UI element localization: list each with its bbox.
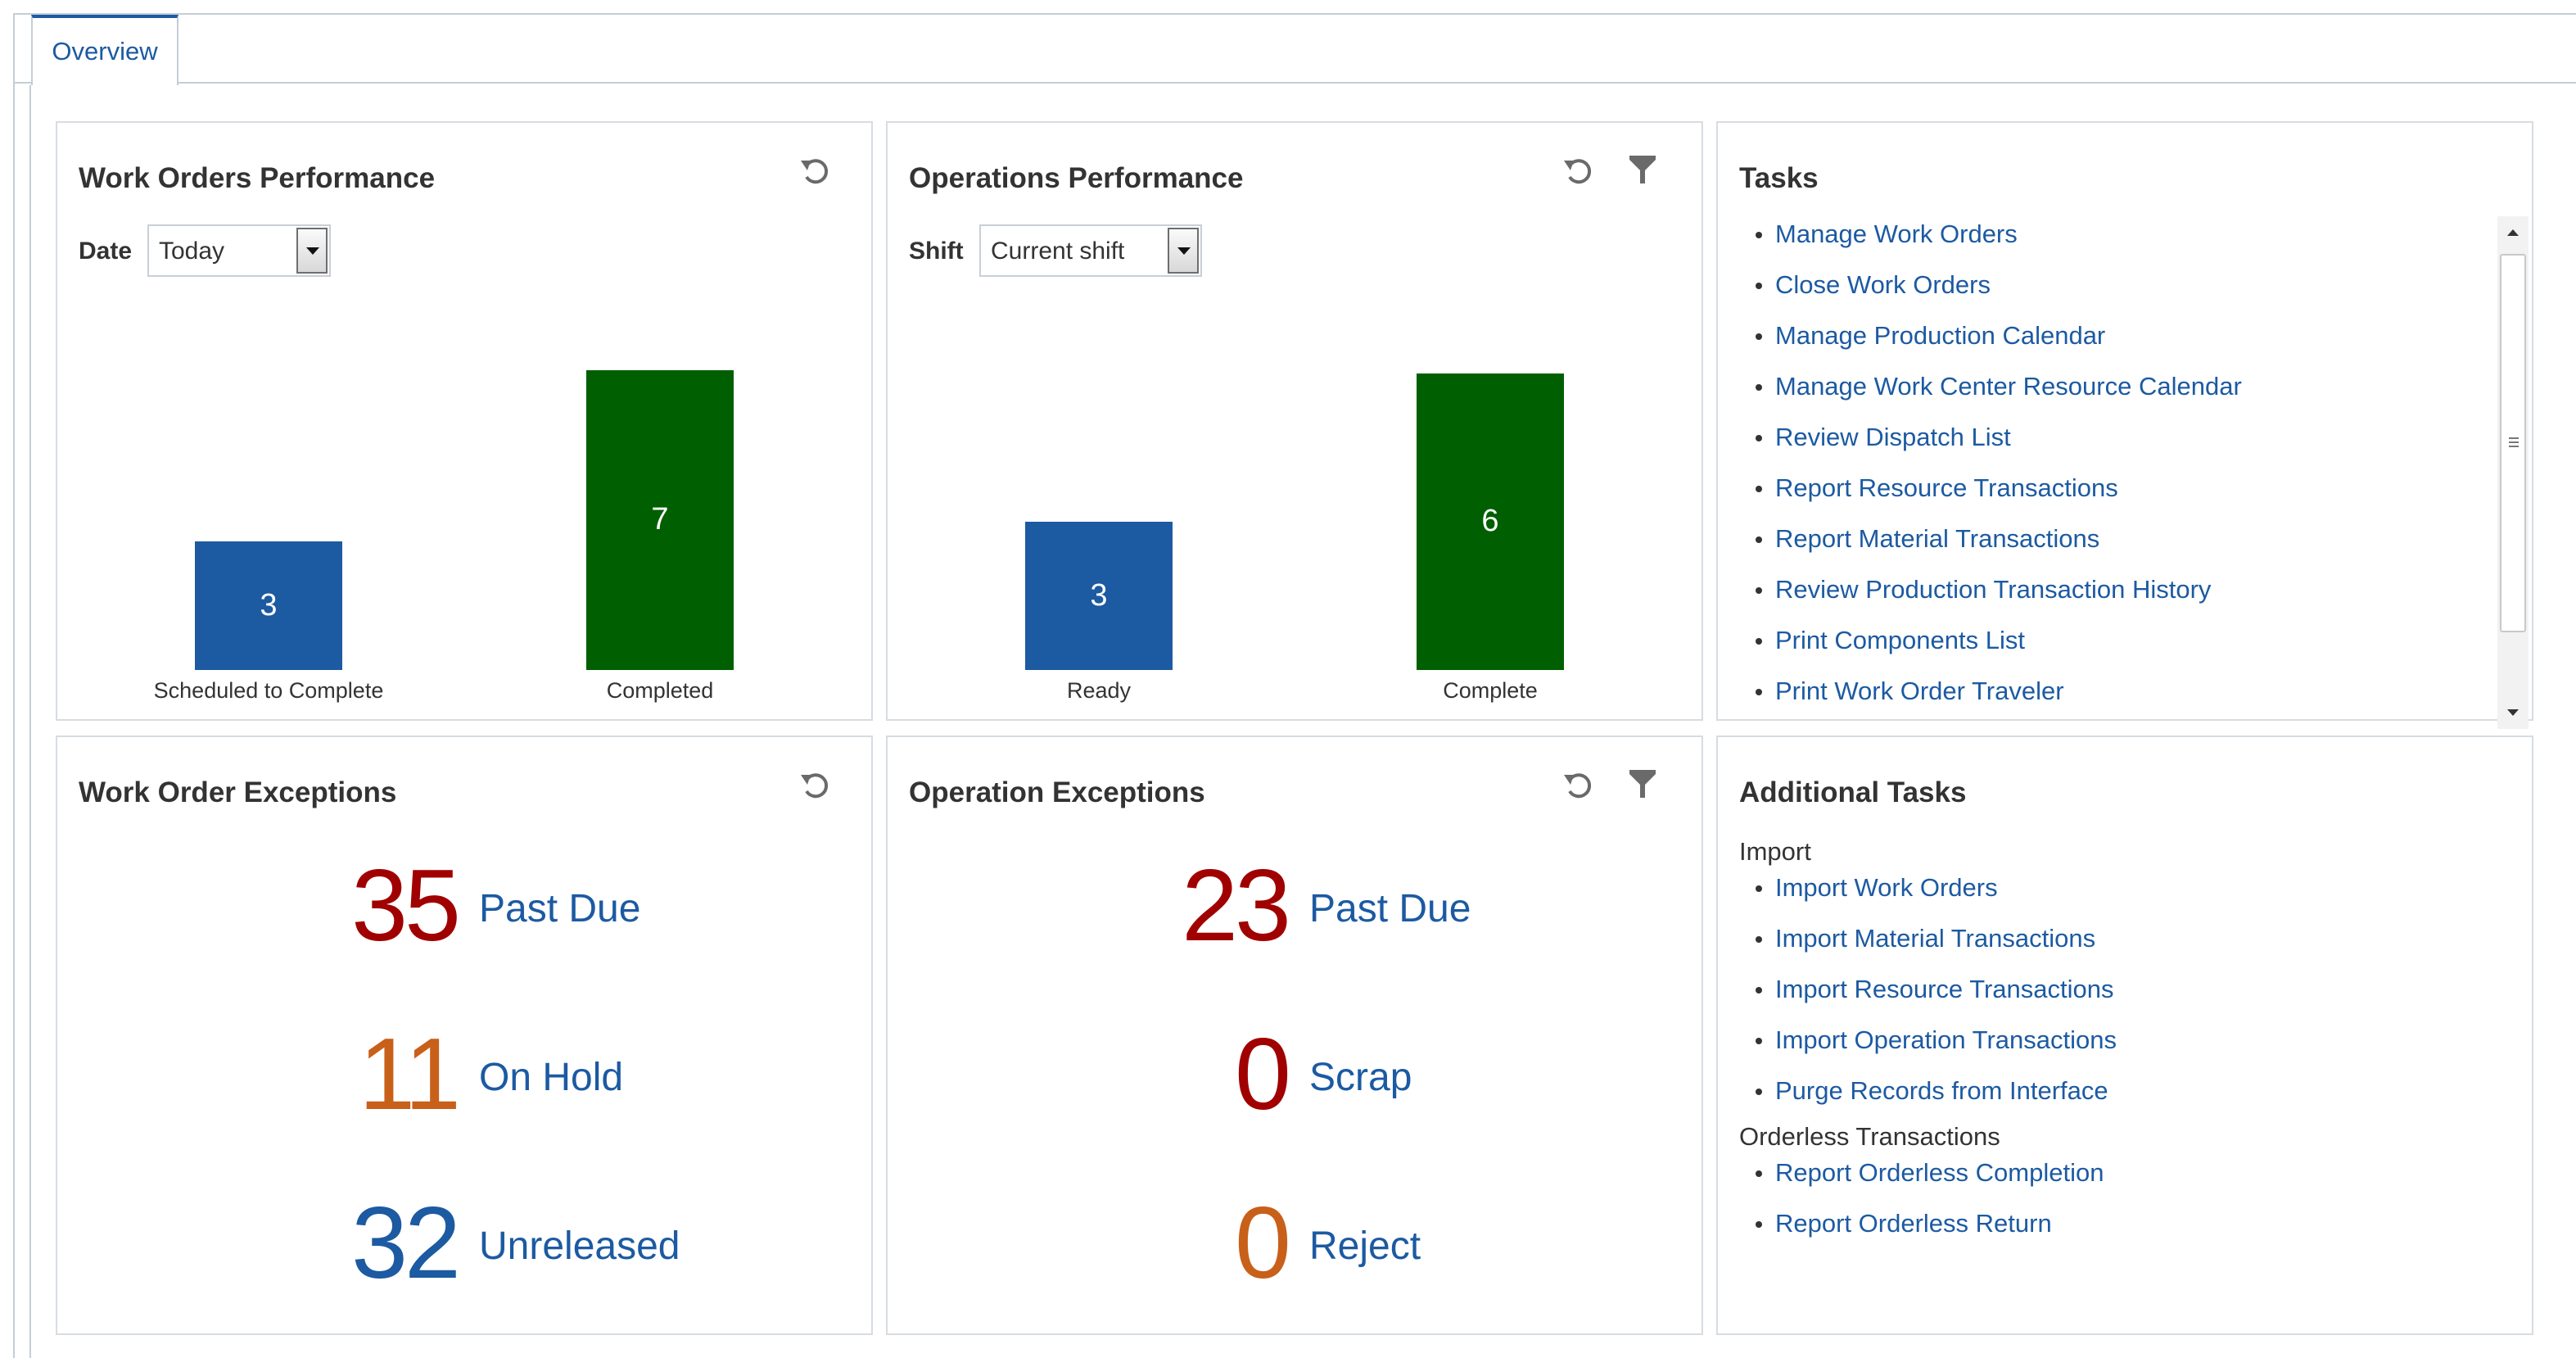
exception-row: 0 Reject (888, 1193, 1702, 1294)
work-orders-performance-panel: Work Orders Performance Date Today 3 Sche… (56, 121, 873, 721)
panel-title: Operation Exceptions (909, 776, 1205, 808)
dashboard-content: Work Orders Performance Date Today 3 Sche… (29, 85, 2576, 1358)
grip-icon (2509, 437, 2519, 447)
tasks-panel: Tasks Manage Work Orders Close Work Orde… (1716, 121, 2533, 729)
bar-value-label: 6 (1481, 504, 1499, 538)
work-orders-bar-chart: 3 Scheduled to Complete 7 Completed (57, 123, 874, 722)
exception-row: 11 On Hold (57, 1024, 871, 1125)
operation-exceptions-panel: Operation Exceptions 23 Past Due 0 Scrap… (886, 736, 1703, 1335)
exception-label[interactable]: Reject (1309, 1224, 1421, 1269)
exception-row: 0 Scrap (888, 1024, 1702, 1125)
task-link[interactable]: Import Work Orders (1751, 873, 2117, 924)
tab-bar: Overview (15, 15, 2576, 85)
filter-icon[interactable] (1625, 767, 1661, 803)
exception-count[interactable]: 23 (1182, 855, 1291, 957)
work-order-exceptions-panel: Work Order Exceptions 35 Past Due 11 On … (56, 736, 873, 1335)
exception-count[interactable]: 0 (1235, 1024, 1291, 1125)
tab-overview[interactable]: Overview (31, 15, 179, 85)
category-label: Scheduled to Complete (153, 678, 384, 703)
additional-tasks-panel: Additional Tasks Import Import Work Orde… (1716, 736, 2533, 1335)
refresh-icon[interactable] (798, 767, 834, 803)
task-link[interactable]: Close Work Orders (1751, 270, 2242, 321)
task-link[interactable]: Review Production Transaction History (1751, 575, 2242, 626)
task-link[interactable]: Manage Production Calendar (1751, 321, 2242, 372)
bar-value-label: 3 (260, 587, 278, 622)
operations-performance-panel: Operations Performance Shift Current shi… (886, 121, 1703, 721)
panel-title: Tasks (1739, 162, 1819, 194)
bar-value-label: 3 (1090, 577, 1108, 613)
tasks-list: Manage Work Orders Close Work Orders Man… (1751, 220, 2242, 727)
exception-row: 32 Unreleased (57, 1193, 871, 1294)
task-link[interactable]: Report Resource Transactions (1751, 473, 2242, 524)
exception-row: 23 Past Due (888, 855, 1702, 957)
tasks-scrollbar[interactable] (2497, 216, 2529, 729)
exception-label[interactable]: Past Due (479, 886, 640, 931)
import-group-label: Import (1739, 837, 1811, 866)
task-link[interactable]: Manage Work Center Resource Calendar (1751, 372, 2242, 423)
refresh-icon[interactable] (1561, 767, 1597, 803)
task-link[interactable]: Print Components List (1751, 626, 2242, 677)
category-label: Complete (1443, 678, 1538, 703)
bar-value-label: 7 (651, 502, 669, 536)
task-link[interactable]: Import Resource Transactions (1751, 975, 2117, 1025)
exception-label[interactable]: Unreleased (479, 1224, 680, 1269)
scroll-thumb[interactable] (2500, 254, 2526, 632)
operations-bar-chart: 3 Ready 6 Complete (888, 123, 1705, 722)
task-link[interactable]: Report Material Transactions (1751, 524, 2242, 575)
import-task-list: Import Work Orders Import Material Trans… (1751, 873, 2117, 1127)
scroll-down-icon[interactable] (2497, 696, 2529, 729)
category-label: Completed (606, 678, 714, 703)
task-link[interactable]: Report Orderless Return (1751, 1209, 2104, 1260)
exception-row: 35 Past Due (57, 855, 871, 957)
task-link[interactable]: Review Dispatch List (1751, 423, 2242, 473)
exception-label[interactable]: On Hold (479, 1055, 623, 1100)
exception-count[interactable]: 11 (359, 1024, 461, 1125)
panel-title: Work Order Exceptions (79, 776, 397, 808)
scroll-up-icon[interactable] (2497, 216, 2529, 249)
category-label: Ready (1066, 678, 1132, 703)
task-link[interactable]: Purge Records from Interface (1751, 1076, 2117, 1127)
task-link[interactable]: Import Material Transactions (1751, 924, 2117, 975)
task-link[interactable]: Report Orderless Completion (1751, 1158, 2104, 1209)
exception-count[interactable]: 35 (351, 855, 461, 957)
task-link[interactable]: Manage Work Orders (1751, 220, 2242, 270)
task-link[interactable]: Print Work Order Traveler (1751, 677, 2242, 727)
exception-count[interactable]: 0 (1235, 1193, 1291, 1294)
exception-count[interactable]: 32 (351, 1193, 461, 1294)
exception-label[interactable]: Past Due (1309, 886, 1471, 931)
exception-label[interactable]: Scrap (1309, 1055, 1412, 1100)
orderless-task-list: Report Orderless Completion Report Order… (1751, 1158, 2104, 1260)
panel-title: Additional Tasks (1739, 776, 1967, 808)
orderless-transactions-group-label: Orderless Transactions (1739, 1122, 2000, 1151)
task-link[interactable]: Import Operation Transactions (1751, 1025, 2117, 1076)
